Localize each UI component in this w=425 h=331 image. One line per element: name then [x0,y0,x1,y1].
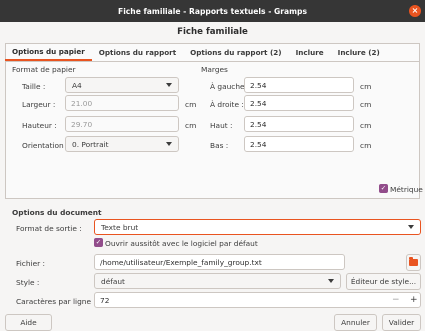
height-label: Hauteur : [22,121,57,130]
height-unit: cm [185,121,197,130]
ok-button[interactable]: Valider [382,314,421,331]
chevron-down-icon [166,83,172,87]
output-format-combo[interactable]: Texte brut [94,219,421,235]
file-label: Fichier : [16,259,45,268]
chevron-down-icon [408,225,414,229]
open-default-label: Ouvrir aussitôt avec le logiciel par déf… [105,239,258,248]
help-button[interactable]: Aide [5,314,52,331]
top-margin-field[interactable]: 2.54 [244,116,354,132]
right-margin-unit: cm [360,100,372,109]
tab-include-2[interactable]: Inclure (2) [331,43,387,61]
output-format-value: Texte brut [101,222,139,232]
style-label: Style : [16,278,40,287]
style-value: défaut [101,276,125,286]
metric-checkbox[interactable]: ✓ [379,184,388,193]
paper-size-combo[interactable]: A4 [65,77,179,93]
window-titlebar: Fiche familiale - Rapports textuels - Gr… [0,0,425,22]
chars-per-line-label: Caractères par ligne : [16,297,96,306]
decrement-icon[interactable]: − [392,295,400,305]
chevron-down-icon [328,279,334,283]
style-editor-button[interactable]: Éditeur de style... [346,273,421,290]
tab-include[interactable]: Inclure [289,43,331,61]
left-margin-unit: cm [360,82,372,91]
chevron-down-icon [166,142,172,146]
dialog-heading: Fiche familiale [177,27,248,37]
chars-per-line-stepper[interactable]: 72 [94,292,421,308]
top-margin-label: Haut : [210,121,233,130]
orientation-combo[interactable]: 0. Portrait [65,136,179,152]
file-path-field[interactable]: /home/utilisateur/Exemple_family_group.t… [94,254,345,270]
right-margin-label: À droite : [210,100,244,109]
browse-file-button[interactable] [406,254,421,271]
orientation-label: Orientation : [22,141,69,150]
width-label: Largeur : [22,100,56,109]
document-options-heading: Options du document [12,208,102,217]
paper-format-heading: Format de papier [12,65,76,74]
window-title: Fiche familiale - Rapports textuels - Gr… [118,6,307,16]
output-format-label: Format de sortie : [16,224,82,233]
margins-heading: Marges [201,65,228,74]
right-margin-field[interactable]: 2.54 [244,95,354,111]
top-margin-unit: cm [360,121,372,130]
close-icon[interactable]: × [409,5,421,17]
folder-icon [409,257,418,266]
paper-width-field[interactable]: 21.00 [65,95,179,111]
orientation-value: 0. Portrait [72,139,109,149]
bottom-margin-field[interactable]: 2.54 [244,136,354,152]
bottom-margin-unit: cm [360,141,372,150]
bottom-margin-label: Bas : [210,141,229,150]
tab-paper-options[interactable]: Options du papier [5,43,92,61]
tab-bar: Options du papier Options du rapport Opt… [5,43,420,62]
open-default-checkbox[interactable]: ✓ [94,238,103,247]
cancel-button[interactable]: Annuler [334,314,377,331]
style-combo[interactable]: défaut [94,273,341,289]
paper-size-value: A4 [72,80,82,90]
size-label: Taille : [22,82,46,91]
chars-per-line-value: 72 [100,295,110,305]
width-unit: cm [185,100,197,109]
tab-report-options-2[interactable]: Options du rapport (2) [183,43,288,61]
left-margin-field[interactable]: 2.54 [244,77,354,93]
paper-height-field[interactable]: 29.70 [65,116,179,132]
increment-icon[interactable]: + [410,295,418,305]
metric-label: Métrique [390,185,423,194]
tab-report-options[interactable]: Options du rapport [92,43,183,61]
